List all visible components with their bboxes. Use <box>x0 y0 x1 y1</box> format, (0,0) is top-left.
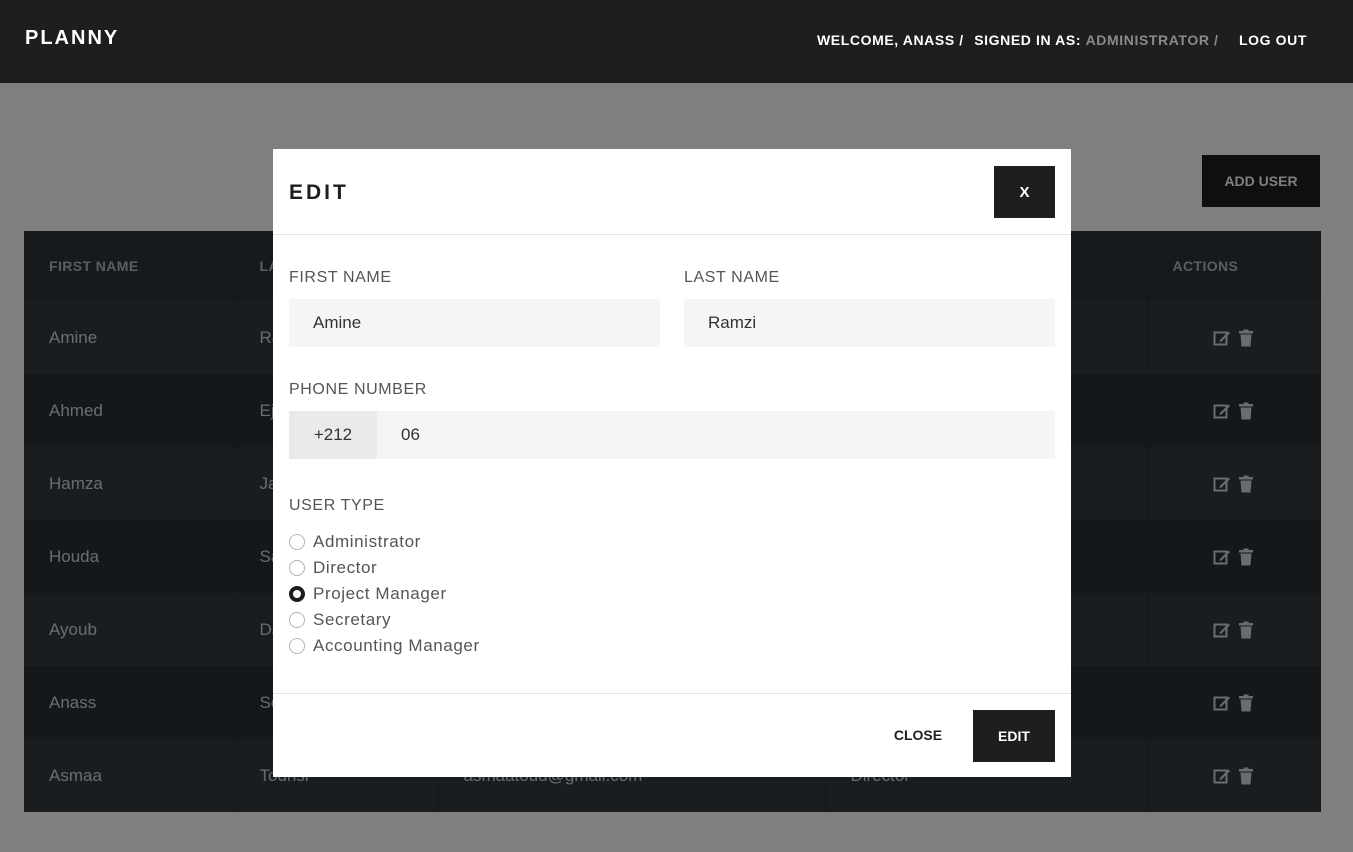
edit-submit-button[interactable]: EDIT <box>973 710 1055 762</box>
last-name-input[interactable] <box>684 299 1055 347</box>
radio-label: Project Manager <box>313 584 447 603</box>
radio-label: Director <box>313 558 378 577</box>
radio-button[interactable] <box>289 560 305 576</box>
last-name-label: LAST NAME <box>684 269 780 286</box>
signed-in-label: SIGNED IN AS: <box>974 32 1082 48</box>
top-navbar: PLANNY WELCOME, ANASS / SIGNED IN AS: AD… <box>0 0 1353 83</box>
phone-country-code: +212 <box>289 411 377 459</box>
phone-number-label: PHONE NUMBER <box>289 381 427 398</box>
modal-footer-divider <box>273 693 1071 694</box>
welcome-text: WELCOME, ANASS / <box>816 32 964 48</box>
modal-close-x-button[interactable]: X <box>994 166 1055 218</box>
radio-button[interactable] <box>289 612 305 628</box>
user-type-option[interactable]: Accounting Manager <box>289 635 480 657</box>
user-type-label: USER TYPE <box>289 497 385 514</box>
modal-title: EDIT <box>289 181 349 204</box>
first-name-input[interactable] <box>289 299 660 347</box>
user-type-option[interactable]: Director <box>289 557 377 579</box>
edit-user-modal: EDIT X FIRST NAME LAST NAME PHONE NUMBER… <box>273 149 1071 777</box>
radio-label: Accounting Manager <box>313 636 480 655</box>
radio-label: Secretary <box>313 610 392 629</box>
user-type-option[interactable]: Secretary <box>289 609 391 631</box>
phone-number-input[interactable] <box>377 411 1055 459</box>
user-nav: WELCOME, ANASS / SIGNED IN AS: ADMINISTR… <box>817 32 1307 48</box>
radio-button[interactable] <box>289 586 305 602</box>
radio-button[interactable] <box>289 534 305 550</box>
modal-header: EDIT X <box>273 149 1071 235</box>
brand-logo[interactable]: PLANNY <box>25 27 119 50</box>
user-type-option[interactable]: Project Manager <box>289 583 447 605</box>
radio-button[interactable] <box>289 638 305 654</box>
radio-label: Administrator <box>313 532 421 551</box>
first-name-label: FIRST NAME <box>289 269 392 286</box>
close-button[interactable]: CLOSE <box>883 723 953 747</box>
logout-link[interactable]: LOG OUT <box>1239 32 1307 48</box>
role-text: ADMINISTRATOR / <box>1085 32 1219 48</box>
user-type-option[interactable]: Administrator <box>289 531 421 553</box>
